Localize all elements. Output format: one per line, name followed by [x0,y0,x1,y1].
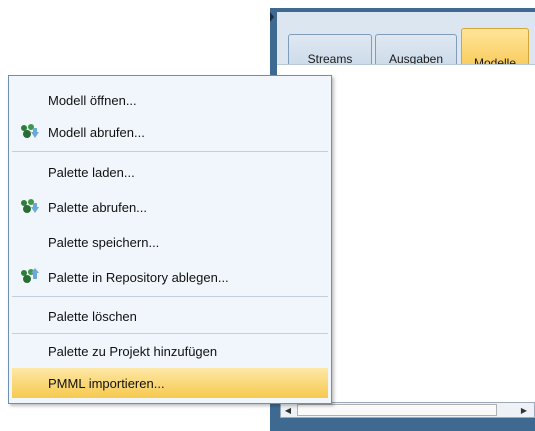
menu-item-label: Palette löschen [48,308,137,324]
menu-item-label: Palette laden... [48,164,135,180]
menu-item-label: PMML importieren... [48,375,165,391]
menu-item-pmml-importieren[interactable]: PMML importieren... [12,368,328,398]
menu-item-label: Palette in Repository ablegen... [48,269,229,285]
palette-tabstrip: Streams Ausgaben Modelle [277,12,535,76]
scroll-left-icon[interactable]: ◀ [281,403,295,417]
menu-item-modell-oeffnen[interactable]: Modell öffnen... [12,86,328,114]
scroll-thumb[interactable] [297,404,497,416]
menu-item-label: Modell öffnen... [48,92,137,108]
menu-item-label: Palette speichern... [48,234,160,250]
horizontal-scrollbar[interactable]: ◀ ▶ [280,402,535,418]
menu-item-label: Palette zu Projekt hinzufügen [48,343,218,359]
menu-item-palette-loeschen[interactable]: Palette löschen [12,302,328,330]
menu-separator [12,296,328,297]
menu-item-palette-ablegen[interactable]: Palette in Repository ablegen... [12,263,328,291]
menu-separator [12,151,328,152]
menu-item-palette-zu-projekt[interactable]: Palette zu Projekt hinzufügen [12,337,328,365]
panel-gripper[interactable] [270,12,276,40]
context-menu: Modell öffnen... Modell abrufen... Palet… [8,75,332,404]
menu-item-modell-abrufen[interactable]: Modell abrufen... [12,118,328,146]
menu-separator [12,333,328,334]
menu-item-palette-abrufen[interactable]: Palette abrufen... [12,193,328,221]
menu-item-palette-speichern[interactable]: Palette speichern... [12,228,328,256]
repository-retrieve-icon [18,195,42,219]
repository-store-icon [18,265,42,289]
scroll-right-icon[interactable]: ▶ [517,403,531,417]
repository-retrieve-icon [18,120,42,144]
menu-item-label: Palette abrufen... [48,199,148,215]
menu-item-palette-laden[interactable]: Palette laden... [12,158,328,186]
menu-item-label: Modell abrufen... [48,124,145,140]
